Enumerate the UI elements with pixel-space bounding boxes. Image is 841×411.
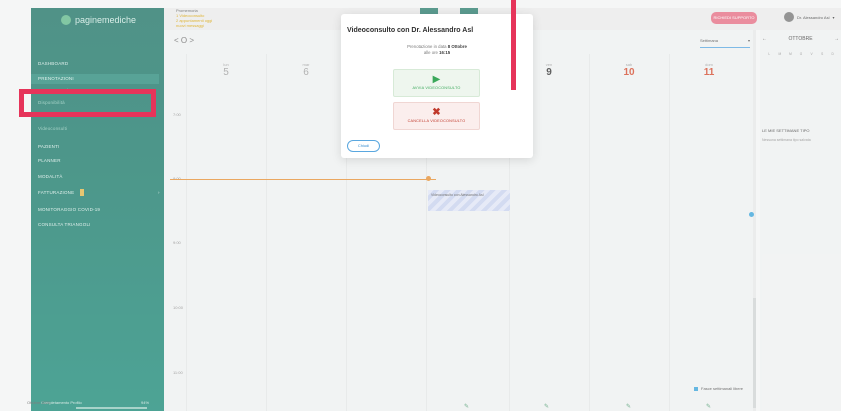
booking-time-prefix: alle ore [423, 50, 438, 55]
booking-date-prefix: Prenotazione in data [407, 44, 447, 49]
booking-date: 8 Ottobre [447, 44, 467, 49]
dialog-title: Videoconsulto con Dr. Alessandro Asl [347, 27, 474, 34]
annotation-arrow [511, 0, 516, 90]
start-videoconsult-label: AVVIA VIDEOCONSULTO [412, 86, 461, 90]
close-dialog-button[interactable]: Chiudi [347, 140, 380, 152]
play-icon: ▶ [432, 74, 441, 85]
cancel-videoconsult-button[interactable]: ✖ CANCELLA VIDEOCONSULTO [393, 102, 480, 130]
cancel-videoconsult-label: CANCELLA VIDEOCONSULTO [407, 119, 466, 123]
booking-time: 16:15 [439, 50, 451, 55]
start-videoconsult-button[interactable]: ▶ AVVIA VIDEOCONSULTO [393, 69, 480, 97]
highlight-box [19, 89, 156, 117]
booking-info: Prenotazione in data 8 Ottobre alle ore … [341, 44, 533, 56]
close-icon: ✖ [432, 107, 441, 118]
videoconsult-dialog: Videoconsulto con Dr. Alessandro Asl Pre… [341, 14, 533, 158]
